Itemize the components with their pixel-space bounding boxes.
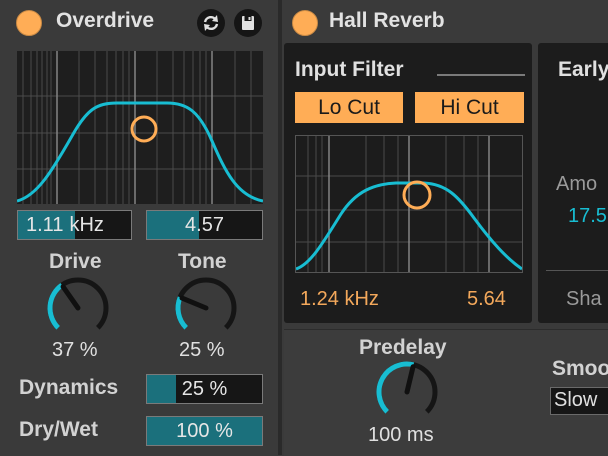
drywet-field[interactable]: 100 % (146, 416, 263, 446)
tone-knob[interactable] (172, 274, 240, 342)
reverb-filter-frequency[interactable]: 1.24 kHz (300, 288, 379, 311)
reverb-power-button[interactable] (292, 10, 318, 36)
dynamics-label: Dynamics (19, 376, 119, 399)
smoothing-dropdown[interactable]: Slow (550, 387, 608, 415)
overdrive-frequency-value: 1.11 (26, 213, 64, 236)
smoothing-value: Slow (554, 389, 598, 411)
hi-cut-button[interactable]: Hi Cut (415, 92, 524, 123)
overdrive-width-field[interactable]: 4.57 (146, 210, 263, 240)
early-panel-rule (546, 270, 608, 271)
overdrive-frequency-unit: kHz (69, 213, 104, 236)
hall-reverb-device: Hall Reverb Input Filter Lo Cut Hi Cut 1… (282, 0, 608, 456)
tone-value: 25 % (179, 339, 225, 361)
overdrive-width-value: 4.57 (185, 213, 224, 236)
knob-pointer (60, 284, 81, 311)
early-label: Early (558, 58, 608, 81)
shape-label: Sha (566, 288, 602, 310)
hot-swap-icon[interactable] (197, 9, 225, 37)
drive-knob[interactable] (44, 274, 112, 342)
drive-label: Drive (49, 250, 102, 273)
knob-pointer (404, 364, 416, 395)
amount-label: Amo (556, 173, 598, 195)
overdrive-filter-display[interactable] (16, 51, 264, 204)
reverb-filter-handle (402, 180, 432, 210)
overdrive-device: Overdrive 1.11 kHz 4.57 Drive 37 % Tone … (0, 0, 280, 455)
knob-pointer (179, 295, 209, 311)
overdrive-title: Overdrive (56, 9, 155, 32)
tone-label: Tone (178, 250, 227, 273)
input-filter-label: Input Filter (295, 58, 404, 81)
lo-cut-button[interactable]: Lo Cut (295, 92, 403, 123)
smoothing-label: Smoo (552, 357, 608, 380)
drywet-label: Dry/Wet (19, 418, 98, 441)
overdrive-frequency-field[interactable]: 1.11 kHz (17, 210, 132, 240)
amount-value[interactable]: 17.5 (568, 205, 607, 228)
knob-value-arc (47, 283, 64, 330)
predelay-value: 100 ms (368, 424, 434, 446)
overdrive-power-button[interactable] (16, 10, 42, 36)
predelay-knob[interactable] (373, 358, 441, 426)
reverb-filter-width[interactable]: 5.64 (467, 288, 506, 311)
predelay-label: Predelay (359, 336, 447, 359)
input-filter-rule (437, 74, 525, 76)
reverb-title: Hall Reverb (329, 9, 445, 32)
save-preset-icon[interactable] (234, 9, 262, 37)
drive-value: 37 % (52, 339, 98, 361)
early-reflections-panel: Early Amo 17.5 Sha (538, 43, 608, 323)
dynamics-value: 25 % (181, 377, 228, 400)
input-filter-panel: Input Filter Lo Cut Hi Cut 1.24 kHz 5.64 (284, 43, 532, 323)
dynamics-field[interactable]: 25 % (146, 374, 263, 404)
reverb-filter-display[interactable] (295, 135, 523, 273)
knob-track (175, 277, 237, 330)
drywet-value: 100 % (176, 419, 233, 442)
